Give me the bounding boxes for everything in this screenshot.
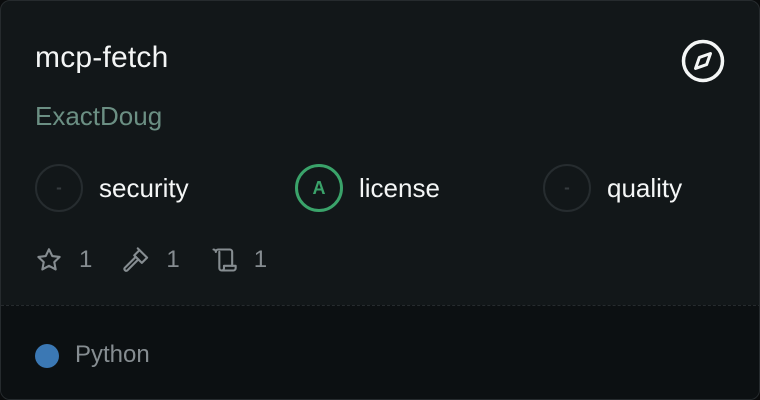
stars-count: 1 [79, 246, 93, 273]
quality-grade-badge: - [543, 164, 591, 212]
scroll-icon [210, 246, 238, 274]
stats-row: 1 1 1 [35, 245, 297, 275]
prompts-count: 1 [253, 246, 268, 273]
card-footer: Python [1, 305, 759, 399]
language-color-dot [35, 344, 59, 368]
compass-icon[interactable] [681, 39, 725, 83]
license-label: license [359, 173, 440, 203]
server-card[interactable]: mcp-fetch ExactDoug - security A license… [0, 0, 760, 400]
quality-label: quality [607, 173, 683, 203]
security-grade-badge: - [35, 164, 83, 212]
stat-stars: 1 [35, 245, 92, 275]
author-name[interactable]: ExactDoug [35, 99, 162, 133]
language-name: Python [75, 341, 150, 368]
security-label: security [99, 173, 189, 203]
card-title[interactable]: mcp-fetch [35, 39, 169, 77]
stat-prompts: 1 [210, 245, 267, 275]
score-security: - security [35, 164, 189, 212]
hammer-icon [122, 246, 150, 274]
license-grade-badge: A [295, 164, 343, 212]
stat-tools: 1 [122, 245, 180, 275]
score-license: A license [295, 164, 440, 212]
tools-count: 1 [166, 246, 180, 273]
star-icon [35, 246, 63, 274]
score-quality: - quality [543, 164, 682, 212]
